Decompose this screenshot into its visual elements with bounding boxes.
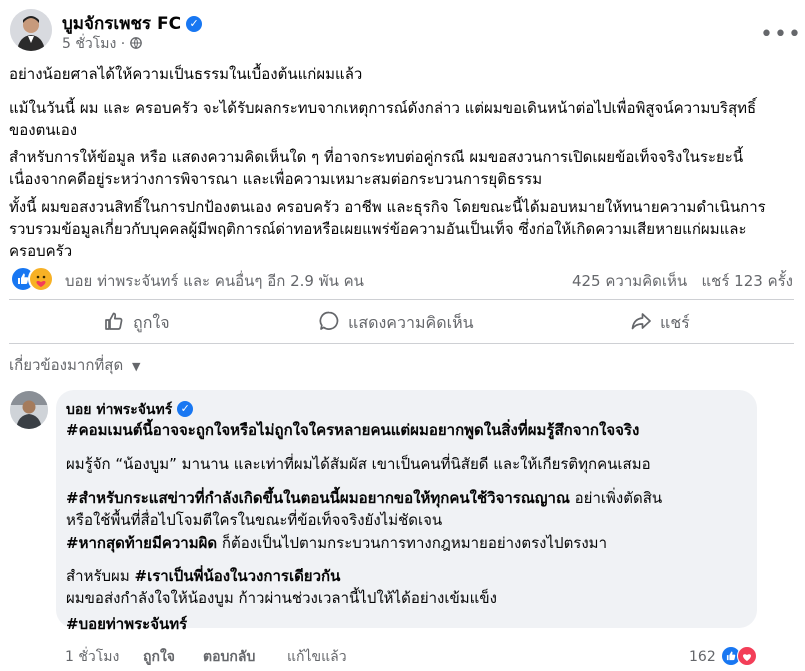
caret-down-icon: ▼ [131,360,141,373]
post-paragraph-4: ทั้งนี้ ผมขอสงวนสิทธิ์ในการปกป้องตนเอง ค… [9,196,794,262]
like-button[interactable]: ถูกใจ [103,312,170,334]
post-paragraph-1: อย่างน้อยศาลได้ให้ความเป็นธรรมในเบื้องต้… [9,63,794,85]
comment-hashtag[interactable]: #บอยท่าพระจันทร์ [66,615,187,633]
comment-text: หรือใช้พื้นที่สื่อไปโจมตีใครในขณะที่ข้อเ… [66,511,443,529]
verified-badge-icon: ✓ [186,16,203,32]
comment-edited-label: แก้ไขแล้ว [287,649,347,665]
comment-line: ผมขอส่งกำลังใจให้น้องบูม ก้าวผ่านช่วงเวล… [66,586,497,610]
more-options-icon[interactable]: ••• [760,22,802,47]
love-reaction-icon [737,646,758,666]
dot-separator: · [120,36,130,52]
comment-line: #หากสุดท้ายมีความผิด ก็ต้องเป็นไปตามกระบ… [66,531,607,555]
post-text-line: สำหรับการให้ข้อมูล หรือ แสดงความคิดเห็นใ… [9,148,744,166]
post-text-line: เนื่องจากคดีอยู่ระหว่างการพิจารณา และเพื… [9,170,543,188]
comment-sort-dropdown[interactable]: เกี่ยวข้องมากที่สุด ▼ [9,353,140,377]
care-reaction-icon [28,266,54,292]
like-label: ถูกใจ [133,312,170,332]
post-paragraph-3: สำหรับการให้ข้อมูล หรือ แสดงความคิดเห็นใ… [9,146,794,190]
comment-bubble-icon [318,310,348,336]
comment-like-link[interactable]: ถูกใจ [143,646,175,668]
author-name[interactable]: บูมจักรเพชร FC [62,14,181,34]
comment-hashtag[interactable]: #คอมเมนต์นี้อาจจะถูกใจหรือไม่ถูกใจใครหลา… [66,421,639,439]
thumbs-up-icon [103,310,133,336]
divider-bottom [9,343,794,344]
comment-line: ผมรู้จัก “น้องบูม” มานาน และเท่าที่ผมได้… [66,452,651,476]
comment-hashtag[interactable]: #หากสุดท้ายมีความผิด [66,534,217,552]
author-avatar[interactable] [10,9,52,51]
post-text-line: ทั้งนี้ ผมขอสงวนสิทธิ์ในการปกป้องตนเอง ค… [9,198,766,216]
shares-count[interactable]: แชร์ 123 ครั้ง [702,272,794,290]
post-text-line: อย่างน้อยศาลได้ให้ความเป็นธรรมในเบื้องต้… [9,65,363,83]
share-button[interactable]: แชร์ [630,312,690,334]
comment-hashtag[interactable]: #สำหรับกระแสข่าวที่กำลังเกิดขึ้นในตอนนี้… [66,489,570,507]
post-text-line: แม้ในวันนี้ ผม และ ครอบครัว จะได้รับผลกร… [9,99,757,117]
comment-reply-link[interactable]: ตอบกลับ [203,646,255,668]
comment-time[interactable]: 1 ชั่วโมง [65,646,119,668]
comment-text: ผมรู้จัก “น้องบูม” มานาน และเท่าที่ผมได้… [66,455,651,473]
commenter-avatar[interactable] [10,391,48,429]
reactions-text[interactable]: บอย ท่าพระจันทร์ และ คนอื่นๆ อีก 2.9 พัน… [65,269,364,293]
share-arrow-icon [630,310,660,336]
post-paragraph-2: แม้ในวันนี้ ผม และ ครอบครัว จะได้รับผลกร… [9,97,794,141]
post-text-line: ของตนเอง [9,121,78,139]
comment-line: #บอยท่าพระจันทร์ [66,612,187,636]
comment-bubble: บอย ท่าพระจันทร์ ✓ #คอมเมนต์นี้อาจจะถูกใจ… [56,390,757,633]
comments-count[interactable]: 425 ความคิดเห็น [572,272,687,290]
comment-label: แสดงความคิดเห็น [348,312,474,332]
post-text-line: รวบรวมข้อมูลเกี่ยวกับบุคคลผู้มีพฤติการณ์… [9,220,747,238]
comment-text: ผมขอส่งกำลังใจให้น้องบูม ก้าวผ่านช่วงเวล… [66,589,497,607]
comment-reaction-count: 162 [689,649,716,665]
divider-top [9,299,794,300]
post-meta: 5 ชั่วโมง · [62,33,142,55]
comment-text: ก็ต้องเป็นไปตามกระบวนการทางกฎหมายอย่างตร… [217,534,607,552]
verified-badge-icon: ✓ [177,401,194,417]
comment-line: สำหรับผม #เราเป็นพี่น้องในวงการเดียวกัน [66,564,340,588]
comment-line: หรือใช้พื้นที่สื่อไปโจมตีใครในขณะที่ข้อเ… [66,508,442,532]
post-text-line: ครอบครัว [9,242,73,260]
comment-sort-label: เกี่ยวข้องมากที่สุด [9,356,124,374]
comment-hashtag[interactable]: #เราเป็นพี่น้องในวงการเดียวกัน [135,567,341,585]
comment-text: สำหรับผม [66,567,135,585]
globe-icon [129,36,142,52]
engagement-counts: 425 ความคิดเห็น แชร์ 123 ครั้ง [572,269,793,293]
comment-line: #สำหรับกระแสข่าวที่กำลังเกิดขึ้นในตอนนี้… [66,486,662,510]
comment-line: #คอมเมนต์นี้อาจจะถูกใจหรือไม่ถูกใจใครหลา… [66,418,639,442]
comment-button[interactable]: แสดงความคิดเห็น [318,310,474,336]
post-time[interactable]: 5 ชั่วโมง [62,36,116,52]
commenter-name[interactable]: บอย ท่าพระจันทร์ [66,402,172,418]
comment-reactions[interactable]: 162 [689,646,758,666]
comment-text: อย่าเพิ่งตัดสิน [569,489,663,507]
share-label: แชร์ [660,312,690,332]
